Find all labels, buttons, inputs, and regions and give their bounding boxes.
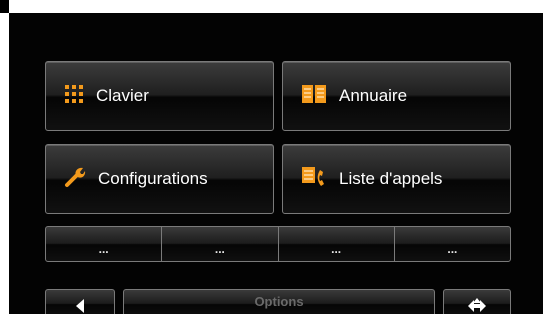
directory-button[interactable]: Annuaire [282, 61, 511, 131]
four-way-arrow-icon [467, 297, 487, 314]
keypad-button[interactable]: Clavier [45, 61, 274, 131]
call-list-button[interactable]: Liste d'appels [282, 144, 511, 214]
quick-slot-bar: ... ... ... ... [45, 226, 511, 262]
book-icon [301, 84, 327, 109]
top-edge-marker [0, 0, 9, 13]
directory-label: Annuaire [339, 86, 408, 105]
options-label: Options [254, 294, 304, 309]
call-list-label: Liste d'appels [339, 169, 443, 188]
left-arrow-icon [75, 299, 85, 314]
settings-label: Configurations [98, 169, 208, 188]
phone-list-icon [301, 166, 327, 193]
quick-slot-2[interactable]: ... [162, 227, 279, 261]
settings-button[interactable]: Configurations [45, 144, 274, 214]
quick-slot-1[interactable]: ... [46, 227, 163, 261]
quick-slot-3[interactable]: ... [279, 227, 395, 261]
phone-menu-screen: Clavier Annuaire Configurations Liste d'… [9, 13, 543, 314]
keypad-grid-icon [64, 84, 84, 109]
keypad-label: Clavier [96, 86, 149, 105]
options-button[interactable]: Options [123, 289, 435, 314]
back-button[interactable] [45, 289, 115, 314]
move-button[interactable] [443, 289, 511, 314]
wrench-icon [64, 166, 86, 193]
quick-slot-4[interactable]: ... [395, 227, 510, 261]
